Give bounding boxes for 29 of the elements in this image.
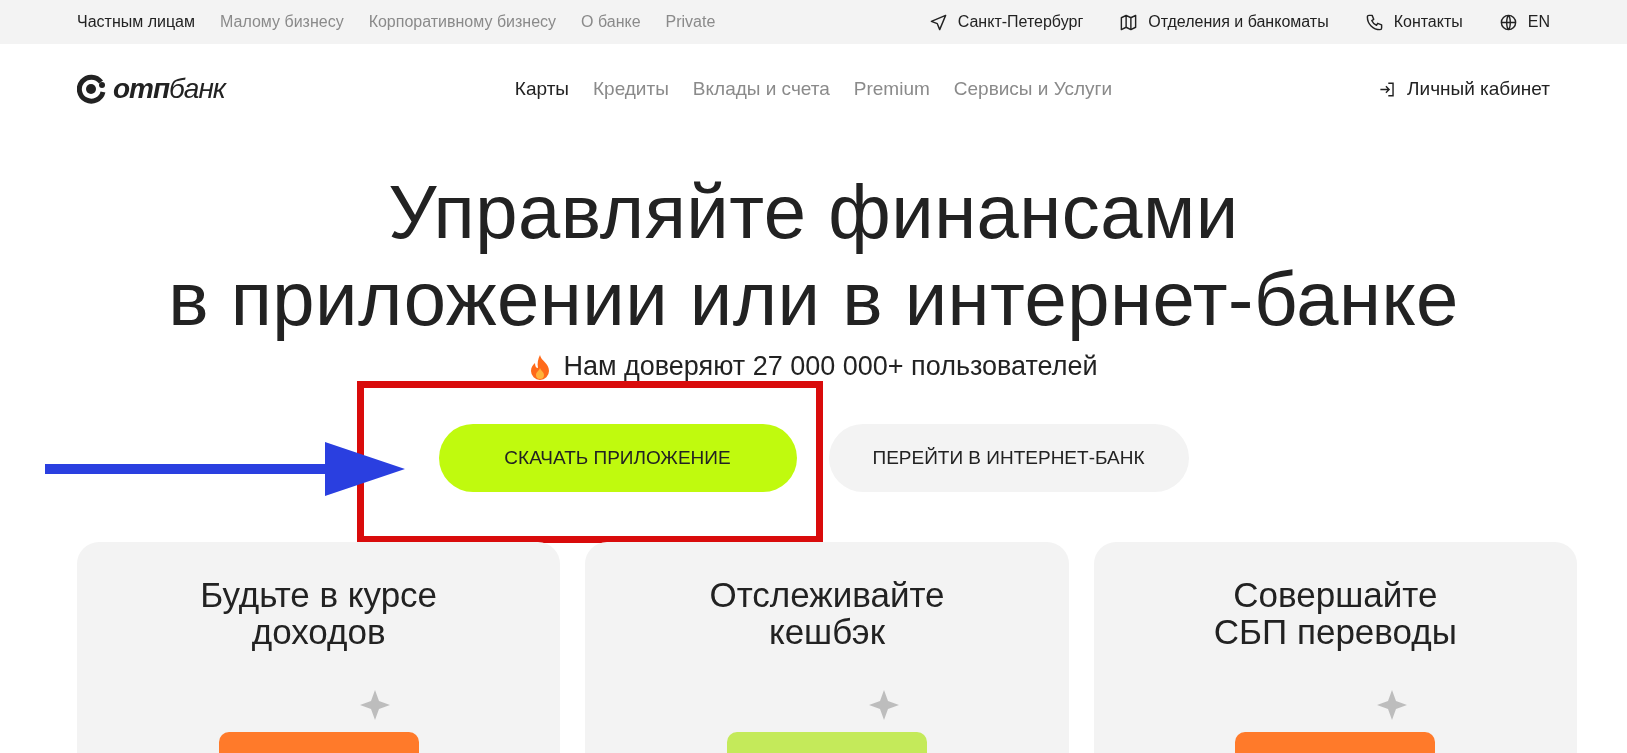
sparkle-icon (1377, 690, 1407, 720)
segment-link[interactable]: Частным лицам (77, 13, 195, 31)
card-title: Будьте в курсе доходов (200, 576, 438, 650)
top-link-label: Отделения и банкоматы (1148, 13, 1329, 31)
flame-icon (529, 353, 552, 380)
top-link[interactable]: Санкт-Петербург (928, 12, 1084, 32)
top-link-label: Контакты (1393, 13, 1463, 31)
hero-title: Управляйте финансами в приложении или в интернет-банке (168, 168, 1459, 342)
globe-icon (1498, 12, 1518, 32)
nav-link[interactable]: Сервисы и Услуги (953, 78, 1113, 100)
nav-link[interactable]: Карты (514, 78, 569, 100)
trust-text: Нам доверяют 27 000 000+ пользователей (563, 351, 1098, 382)
internet-bank-button[interactable]: ПЕРЕЙТИ В ИНТЕРНЕТ-БАНК (828, 424, 1189, 492)
bank-logo[interactable]: отпбанк (77, 73, 226, 105)
map-icon (1119, 12, 1139, 32)
top-link[interactable]: Контакты (1364, 12, 1463, 32)
card-title: Отслеживайте кешбэк (709, 576, 945, 650)
navigation-arrow-icon (928, 12, 948, 32)
account-link[interactable]: Личный кабинет (1378, 78, 1550, 100)
top-link-label: Санкт-Петербург (957, 13, 1084, 31)
top-link-label: EN (1527, 13, 1550, 31)
sparkle-icon (360, 690, 391, 720)
top-link[interactable]: Отделения и банкоматы (1119, 12, 1329, 32)
logo-mark-icon (77, 74, 107, 104)
card-title: Совершайте СБП переводы (1213, 576, 1457, 650)
download-app-button[interactable]: СКАЧАТЬ ПРИЛОЖЕНИЕ (438, 424, 797, 492)
sparkle-icon (868, 690, 899, 720)
top-link[interactable]: EN (1498, 12, 1550, 32)
phone-icon (1364, 12, 1384, 32)
